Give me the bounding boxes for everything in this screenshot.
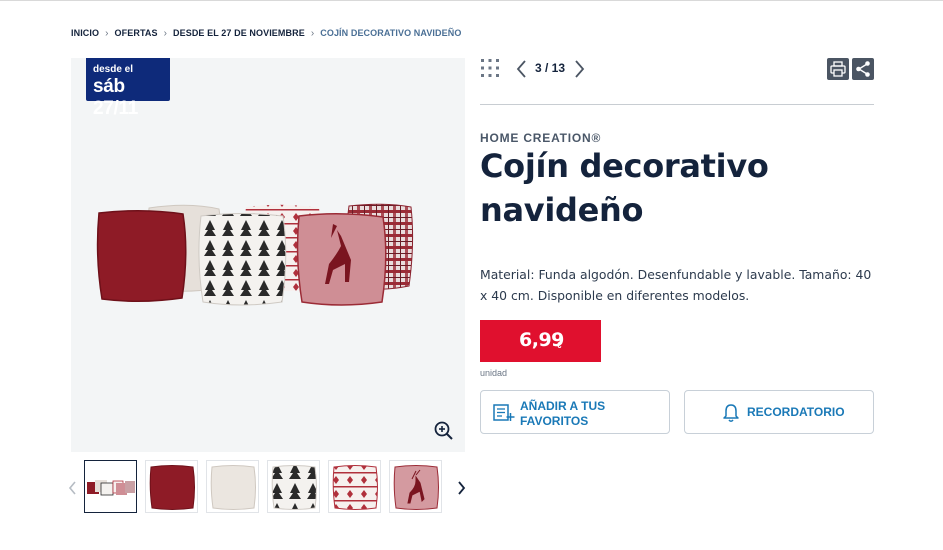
image-pagination: 3 / 13 [535,61,566,75]
thumbnail-trees[interactable] [267,460,320,513]
reminder-button[interactable]: RECORDATORIO [684,390,874,434]
chevron-right-icon: › [310,27,315,39]
chevron-right-icon[interactable] [454,478,468,498]
thumbnail-reindeer[interactable] [389,460,442,513]
bell-icon [723,404,739,422]
thumbnail-red[interactable] [145,460,198,513]
product-description: Material: Funda algodón. Desenfundable y… [480,267,872,303]
main-product-image[interactable]: desde el sáb 27/11 [71,58,465,452]
badge-line-2: sáb 27/11 [93,76,138,119]
breadcrumb-current: COJÍN DECORATIVO NAVIDEÑO [320,28,462,38]
zoom-in-icon[interactable] [433,420,455,442]
list-add-icon [493,404,515,421]
availability-date-badge: desde el sáb 27/11 [86,58,170,119]
grid-icon[interactable] [480,58,500,78]
product-brand: HOME CREATION® [480,131,602,145]
thumbnail-nordic[interactable] [328,460,381,513]
price-box: 6,99 € [480,320,601,362]
chevron-left-icon[interactable] [515,59,529,79]
breadcrumb-since-date[interactable]: DESDE EL 27 DE NOVIEMBRE [173,28,305,38]
thumbnail-group[interactable] [84,460,137,513]
breadcrumb: INICIO › OFERTAS › DESDE EL 27 DE NOVIEM… [71,27,461,39]
product-title: Cojín decorativo navideño [480,147,769,229]
price-currency: € [557,341,562,350]
top-border [0,0,943,1]
chevron-right-icon: › [105,27,109,39]
breadcrumb-home[interactable]: INICIO [71,28,99,38]
cushions-image [96,203,414,306]
divider [480,104,874,105]
chevron-left-icon[interactable] [66,478,80,498]
print-icon [830,61,846,77]
breadcrumb-offers[interactable]: OFERTAS [115,28,158,38]
print-button[interactable] [827,58,849,80]
thumbnail-strip [84,460,442,513]
price-unit: unidad [480,368,508,378]
chevron-right-icon[interactable] [572,59,586,79]
add-to-favorites-button[interactable]: AÑADIR A TUS FAVORITOS [480,390,670,434]
reminder-label: RECORDATORIO [747,405,845,419]
share-button[interactable] [852,58,874,80]
add-to-favorites-label: AÑADIR A TUS FAVORITOS [520,399,606,428]
badge-line-1: desde el [93,64,134,75]
share-icon [856,61,870,77]
gallery-navigation: 3 / 13 [480,58,874,80]
chevron-right-icon: › [163,27,168,39]
thumbnail-beige[interactable] [206,460,259,513]
